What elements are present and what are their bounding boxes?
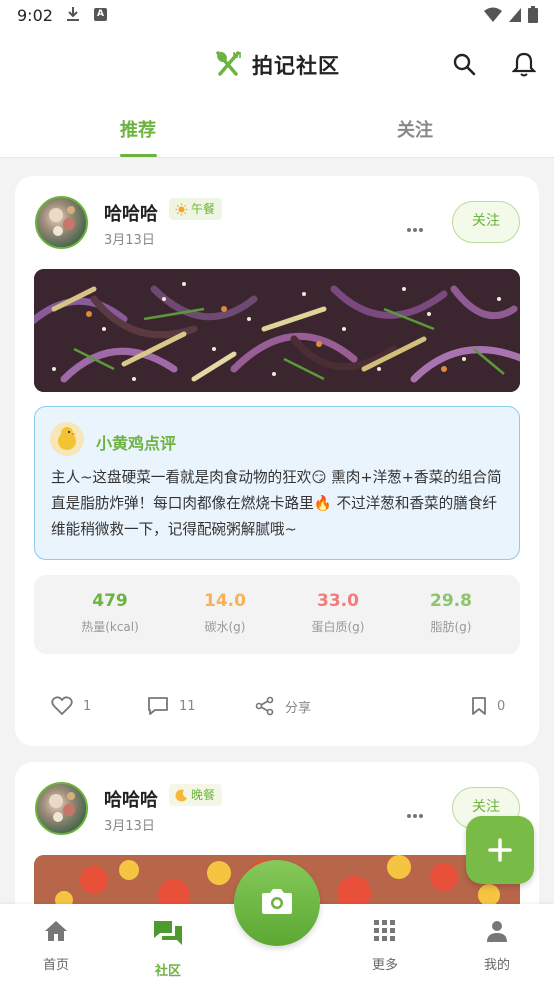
- more-options-icon[interactable]: [406, 804, 424, 823]
- stat-carbs: 14.0 碳水(g): [170, 591, 280, 635]
- tab-active-indicator: [120, 154, 157, 157]
- stat-value: 14.0: [204, 591, 246, 611]
- person-icon: [487, 921, 507, 942]
- battery-icon: [528, 6, 538, 23]
- nav-label: 更多: [371, 958, 398, 973]
- comment-button[interactable]: 11: [147, 696, 196, 716]
- stat-label: 脂肪(g): [430, 620, 472, 634]
- download-icon: [66, 6, 80, 26]
- stat-calories: 479 热量(kcal): [55, 591, 165, 635]
- chick-icon: [50, 422, 84, 456]
- status-bar: 9:02 A: [0, 0, 554, 32]
- post-card[interactable]: 哈哈哈 午餐 3月13日 关注 小黄鸡点评 主人~这盘硬菜一看就是肉食动物的狂欢…: [15, 176, 539, 746]
- meal-tag: 午餐: [169, 198, 223, 220]
- stat-value: 33.0: [317, 591, 359, 611]
- plus-icon: [488, 838, 512, 862]
- moon-icon: [175, 788, 187, 801]
- app-title: 拍记社区: [252, 54, 340, 78]
- post-actions: 1 11 分享 0: [15, 686, 539, 726]
- ai-review-title: 小黄鸡点评: [96, 434, 177, 453]
- stat-value: 29.8: [430, 591, 472, 611]
- food-photo[interactable]: [34, 269, 520, 392]
- add-post-button[interactable]: [466, 816, 534, 884]
- feed-tabs: 推荐 关注: [0, 96, 554, 158]
- tab-following[interactable]: 关注: [397, 116, 433, 142]
- meal-label: 午餐: [191, 202, 216, 216]
- bell-icon[interactable]: [511, 51, 537, 81]
- user-name[interactable]: 哈哈哈: [104, 200, 158, 226]
- stat-label: 热量(kcal): [81, 620, 139, 634]
- nav-label: 我的: [483, 958, 510, 973]
- heart-icon: [51, 696, 73, 716]
- nav-label: 社区: [154, 964, 181, 979]
- stat-value: 479: [92, 591, 128, 611]
- sun-icon: [175, 203, 188, 215]
- search-icon[interactable]: [452, 52, 476, 80]
- post-date: 3月13日: [104, 233, 155, 248]
- stat-fat: 29.8 脂肪(g): [396, 591, 506, 635]
- bookmark-button[interactable]: 0: [471, 696, 505, 716]
- status-time: 9:02: [17, 6, 53, 25]
- nav-item-home[interactable]: 首页: [26, 920, 86, 973]
- nav-item-profile[interactable]: 我的: [467, 920, 527, 973]
- more-options-icon[interactable]: [406, 218, 424, 237]
- stat-protein: 33.0 蛋白质(g): [283, 591, 393, 635]
- a-badge-icon: A: [94, 8, 107, 21]
- camera-button[interactable]: [234, 860, 320, 946]
- meal-tag: 晚餐: [169, 784, 223, 806]
- share-icon: [255, 696, 274, 716]
- comment-icon: [148, 697, 168, 715]
- ai-review-box: 小黄鸡点评 主人~这盘硬菜一看就是肉食动物的狂欢😏 熏肉+洋葱+香菜的组合简直是…: [34, 406, 520, 560]
- avatar[interactable]: [35, 196, 88, 249]
- nav-label: 首页: [42, 958, 69, 973]
- tab-recommend[interactable]: 推荐: [120, 116, 156, 142]
- nutrition-panel: 479 热量(kcal) 14.0 碳水(g) 33.0 蛋白质(g) 29.8…: [34, 575, 520, 654]
- share-button[interactable]: 分享: [255, 696, 311, 716]
- post-date: 3月13日: [104, 819, 155, 834]
- camera-icon: [262, 889, 292, 914]
- like-button[interactable]: 1: [51, 696, 91, 716]
- like-count: 1: [83, 698, 92, 714]
- avatar[interactable]: [35, 782, 88, 835]
- app-header: 拍记社区: [0, 32, 554, 96]
- grid-icon: [374, 920, 395, 941]
- bookmark-count: 0: [497, 698, 506, 714]
- comment-count: 11: [179, 698, 196, 714]
- status-indicators: [484, 6, 538, 23]
- bookmark-icon: [472, 697, 486, 715]
- stat-label: 碳水(g): [204, 620, 246, 634]
- nav-item-community[interactable]: 社区: [138, 920, 198, 979]
- share-label: 分享: [285, 700, 312, 716]
- chat-icon: [154, 921, 182, 945]
- stat-label: 蛋白质(g): [311, 620, 365, 634]
- follow-button[interactable]: 关注: [452, 201, 520, 243]
- home-icon: [45, 921, 67, 941]
- wifi-icon: [484, 7, 502, 22]
- signal-icon: [509, 7, 521, 22]
- meal-label: 晚餐: [191, 788, 216, 802]
- fork-spoon-logo-icon: [214, 50, 242, 82]
- user-name[interactable]: 哈哈哈: [104, 786, 158, 812]
- ai-review-text: 主人~这盘硬菜一看就是肉食动物的狂欢😏 熏肉+洋葱+香菜的组合简直是脂肪炸弹！每…: [51, 469, 502, 538]
- nav-item-more[interactable]: 更多: [355, 920, 415, 973]
